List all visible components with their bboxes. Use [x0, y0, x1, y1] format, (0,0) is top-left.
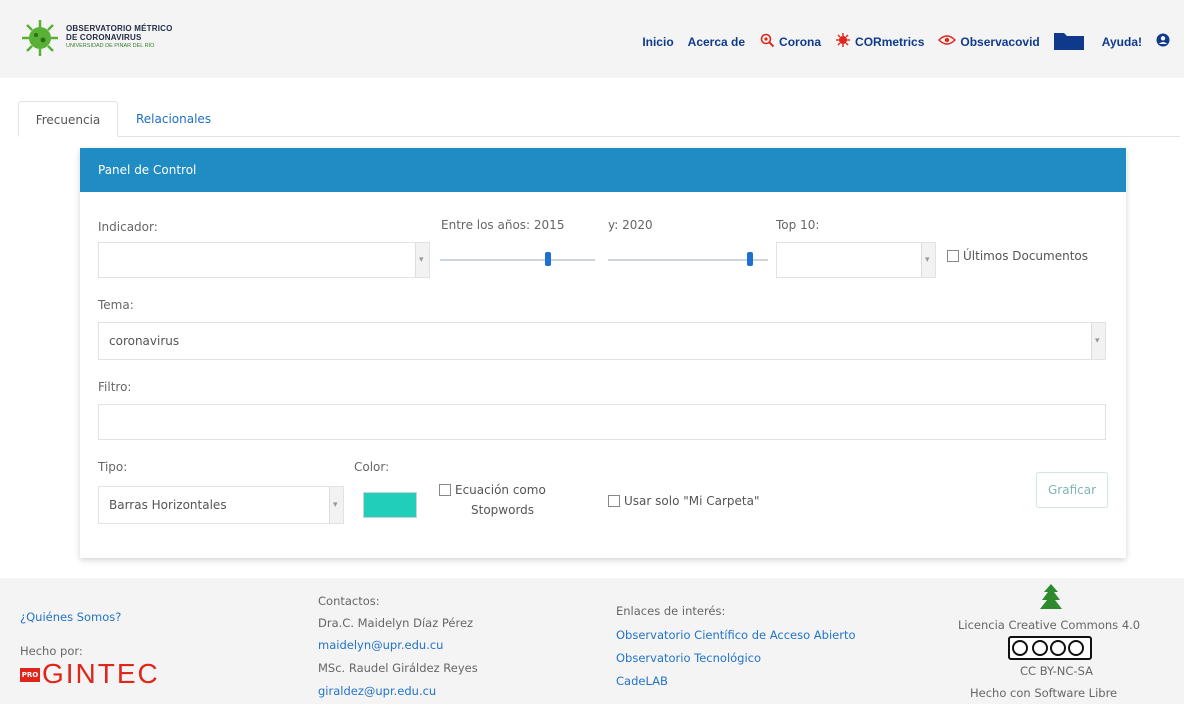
top-select[interactable] — [776, 242, 936, 278]
ultimos-documentos-label: Últimos Documentos — [963, 249, 1089, 263]
tab-frecuencia[interactable]: Frecuencia — [18, 101, 118, 137]
nav-acerca-de[interactable]: Acerca de — [688, 35, 745, 49]
tipo-select[interactable]: Barras Horizontales — [98, 486, 344, 524]
year-from-slider[interactable] — [440, 259, 595, 261]
ecuacion-stopwords-checkbox[interactable] — [439, 484, 451, 496]
main-nav: Inicio Acerca de Corona CORmetrics Obser… — [628, 30, 1174, 53]
tema-select[interactable]: coronavirus — [98, 322, 1106, 360]
mi-carpeta-label: Usar solo "Mi Carpeta" — [624, 494, 760, 508]
logo-subtitle: UNIVERSIDAD DE PINAR DEL RÍO — [66, 43, 155, 49]
chevron-down-icon — [1091, 323, 1105, 359]
tab-relacionales[interactable]: Relacionales — [136, 101, 211, 137]
filtro-label: Filtro: — [98, 380, 132, 394]
chevron-down-icon — [921, 243, 935, 277]
creative-commons-badge-icon[interactable] — [1008, 636, 1092, 660]
years-from-label: Entre los años: 2015 — [441, 218, 565, 232]
nav-ayuda[interactable]: Ayuda! — [1102, 35, 1142, 49]
link-cadelab[interactable]: CadeLAB — [616, 674, 668, 688]
ecuacion-label-line2: Stopwords — [471, 503, 535, 517]
gintec-logo[interactable]: GINTEC — [42, 658, 160, 690]
year-to-slider[interactable] — [608, 259, 768, 261]
nav-inicio[interactable]: Inicio — [642, 35, 673, 49]
link-observatorio-cientifico[interactable]: Observatorio Científico de Acceso Abiert… — [616, 628, 856, 642]
quienes-somos-link[interactable]: ¿Quiénes Somos? — [20, 610, 121, 624]
year-to-slider-handle[interactable] — [747, 252, 753, 266]
logo-title-line2: DE CORONAVIRUS — [66, 33, 142, 42]
color-label: Color: — [354, 460, 390, 474]
top-header: OBSERVATORIO MÉTRICO DE CORONAVIRUS UNIV… — [0, 0, 1184, 78]
enlaces-label: Enlaces de interés: — [616, 604, 726, 618]
nav-cormetrics[interactable]: CORmetrics — [835, 32, 924, 51]
user-icon — [1156, 33, 1170, 50]
ultimos-documentos-checkbox[interactable] — [947, 250, 959, 262]
contactos-label: Contactos: — [318, 594, 380, 608]
contact2-name: MSc. Raudel Giráldez Reyes — [318, 661, 478, 675]
mi-carpeta-checkbox[interactable] — [608, 495, 620, 507]
software-libre-text: Hecho con Software Libre — [970, 686, 1118, 700]
eye-icon — [938, 34, 957, 49]
panel-title: Panel de Control — [80, 148, 1126, 192]
cc-license-text: CC BY-NC-SA — [1020, 664, 1093, 678]
logo-title-line1: OBSERVATORIO MÉTRICO — [66, 24, 173, 33]
chevron-down-icon — [415, 243, 429, 277]
virus-logo-icon — [22, 20, 58, 56]
color-picker[interactable] — [363, 492, 417, 518]
nav-observacovid[interactable]: Observacovid — [938, 34, 1040, 49]
folder-icon — [1053, 30, 1084, 53]
contact1-name: Dra.C. Maidelyn Díaz Pérez — [318, 616, 474, 630]
licencia-label: Licencia Creative Commons 4.0 — [958, 618, 1141, 632]
link-observatorio-tecnologico[interactable]: Observatorio Tecnológico — [616, 651, 761, 665]
hecho-por-label: Hecho por: — [20, 644, 83, 658]
gintec-logo-badge: PRO — [20, 668, 40, 682]
chevron-down-icon — [329, 487, 343, 523]
site-logo[interactable]: OBSERVATORIO MÉTRICO DE CORONAVIRUS UNIV… — [20, 18, 180, 62]
indicador-select[interactable] — [98, 242, 430, 278]
filtro-input[interactable] — [98, 404, 1106, 440]
graficar-button[interactable]: Graficar — [1036, 472, 1108, 508]
nav-user[interactable] — [1156, 33, 1174, 50]
nav-corona[interactable]: Corona — [759, 32, 821, 51]
tema-label: Tema: — [98, 298, 134, 312]
indicador-label: Indicador: — [98, 220, 158, 234]
virus-icon — [835, 32, 851, 51]
software-libre-logo-icon — [1040, 584, 1062, 609]
search-virus-icon — [759, 32, 775, 51]
year-from-slider-handle[interactable] — [545, 252, 551, 266]
contact1-email[interactable]: maidelyn@upr.edu.cu — [318, 638, 443, 652]
control-panel: Panel de Control Indicador: Entre los añ… — [80, 148, 1126, 558]
ecuacion-label-line1: Ecuación como — [455, 483, 546, 497]
nav-mi-carpeta[interactable] — [1053, 30, 1088, 53]
top-label: Top 10: — [776, 218, 820, 232]
tab-bar: Frecuencia Relacionales — [18, 101, 1180, 137]
years-to-label: y: 2020 — [608, 218, 653, 232]
tipo-label: Tipo: — [98, 460, 128, 474]
site-footer: ¿Quiénes Somos? Hecho por: PRO GINTEC Co… — [0, 578, 1184, 704]
contact2-email[interactable]: giraldez@upr.edu.cu — [318, 684, 436, 698]
